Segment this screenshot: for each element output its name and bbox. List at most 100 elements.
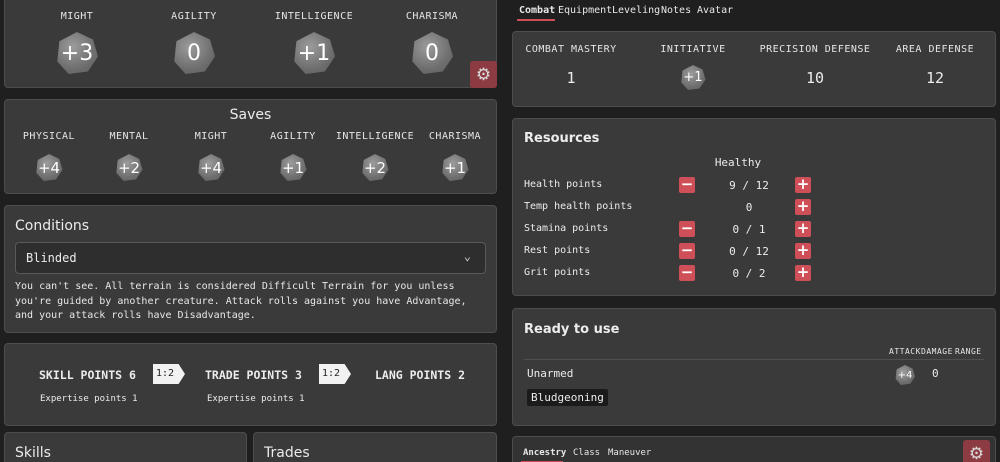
conditions-selected-value: Blinded [26, 251, 77, 265]
attribute-intelligence: INTELLIGENCE +1 [270, 11, 358, 74]
saves-title: Saves [229, 107, 272, 123]
tab-notes[interactable]: Notes [661, 5, 691, 16]
resource-value: 0 / 2 [732, 267, 766, 280]
save-label: MIGHT [194, 131, 228, 142]
decrement-rest-button[interactable]: − [679, 243, 695, 259]
save-charisma: CHARISMA +1 [415, 131, 495, 181]
increment-stamina-button[interactable]: + [795, 221, 811, 237]
tab-maneuver[interactable]: Maneuver [608, 448, 651, 458]
stat-label: AREA DEFENSE [895, 44, 975, 55]
resource-row-temp-health: Temp health points 0 + [524, 199, 994, 217]
d20-icon[interactable]: +3 [57, 32, 98, 74]
resource-row-health: Health points − 9 / 12 + [524, 177, 994, 195]
increment-rest-button[interactable]: + [795, 243, 811, 259]
stat-combat-mastery: COMBAT MASTERY 1 [517, 44, 625, 87]
column-damage: DAMAGE [921, 347, 953, 356]
d20-icon[interactable]: +1 [442, 154, 469, 181]
tab-equipment[interactable]: Equipment [558, 5, 612, 16]
decrement-health-button[interactable]: − [679, 177, 695, 193]
save-physical: PHYSICAL +4 [9, 131, 89, 181]
saves-panel: Saves PHYSICAL +4 MENTAL +2 MIGHT +4 AGI… [4, 99, 497, 194]
lang-points-label: LANG POINTS 2 [375, 368, 466, 382]
convert-trade-to-lang-button[interactable]: 1:2 [319, 364, 351, 384]
save-label: AGILITY [270, 131, 316, 142]
tab-combat[interactable]: Combat [519, 5, 555, 16]
ready-header-divider [524, 359, 984, 360]
top-tab-bar: Combat Equipment Leveling Notes Avatar [512, 0, 1000, 22]
resources-title: Resources [524, 131, 600, 146]
resource-value: 0 / 1 [732, 223, 766, 236]
combat-stats-panel: COMBAT MASTERY 1 INITIATIVE +1 PRECISION… [512, 31, 996, 107]
features-settings-gear-icon[interactable]: ⚙ [963, 440, 990, 462]
d20-icon[interactable]: 0 [174, 32, 215, 74]
chevron-down-icon: ⌄ [463, 249, 471, 263]
d20-icon[interactable]: +2 [116, 154, 143, 181]
weapon-damage: 0 [932, 367, 939, 380]
stat-value: 12 [925, 69, 945, 87]
stat-label: INITIATIVE [660, 44, 726, 55]
health-status: Healthy [714, 156, 762, 169]
attribute-might: MIGHT +3 [33, 11, 121, 74]
tab-leveling[interactable]: Leveling [612, 5, 660, 16]
stat-label: COMBAT MASTERY [525, 44, 617, 55]
attributes-panel: MIGHT +3 AGILITY 0 INTELLIGENCE +1 CHARI… [4, 0, 497, 88]
trades-panel: Trades [253, 432, 497, 462]
save-label: CHARISMA [428, 131, 482, 142]
stat-initiative[interactable]: INITIATIVE +1 [639, 44, 747, 90]
attribute-agility: AGILITY 0 [150, 11, 238, 74]
d20-icon[interactable]: +1 [280, 154, 307, 181]
save-agility: AGILITY +1 [253, 131, 333, 181]
stat-value: 1 [566, 69, 576, 87]
resource-row-grit: Grit points − 0 / 2 + [524, 265, 994, 283]
increment-health-button[interactable]: + [795, 177, 811, 193]
tab-combat-underline [517, 19, 555, 21]
d20-icon[interactable]: +1 [681, 65, 706, 90]
column-range: RANGE [955, 347, 982, 356]
attributes-settings-gear-icon[interactable]: ⚙ [470, 61, 497, 88]
conditions-title: Conditions [15, 218, 90, 234]
save-mental: MENTAL +2 [89, 131, 169, 181]
resource-label: Stamina points [524, 223, 609, 234]
save-label: PHYSICAL [22, 131, 76, 142]
d20-icon[interactable]: 0 [412, 32, 453, 74]
resources-panel: Resources Healthy Health points − 9 / 12… [512, 118, 996, 296]
attribute-label: CHARISMA [405, 11, 459, 22]
skill-points-label: SKILL POINTS 6 [39, 368, 136, 382]
d20-icon[interactable]: +4 [36, 154, 63, 181]
increment-temp-health-button[interactable]: + [795, 199, 811, 215]
column-attack: ATTACK [889, 347, 921, 356]
save-label: INTELLIGENCE [335, 131, 415, 142]
save-might: MIGHT +4 [171, 131, 251, 181]
resource-value: 0 / 12 [729, 245, 769, 258]
skills-title: Skills [15, 445, 51, 461]
conditions-select[interactable]: Blinded ⌄ [15, 242, 486, 274]
attribute-charisma: CHARISMA 0 [388, 11, 476, 74]
stat-area-defense: AREA DEFENSE 12 [883, 44, 987, 87]
d20-icon[interactable]: +4 [198, 154, 225, 181]
conditions-panel: Conditions Blinded ⌄ You can't see. All … [4, 205, 497, 333]
trade-expertise-points: Expertise points 1 [207, 394, 305, 404]
bottom-tab-panel: Ancestry Class Maneuver ⚙ [512, 436, 996, 462]
increment-grit-button[interactable]: + [795, 265, 811, 281]
attribute-label: MIGHT [60, 11, 94, 22]
decrement-grit-button[interactable]: − [679, 265, 695, 281]
weapon-name: Unarmed [527, 367, 574, 380]
stat-precision-defense: PRECISION DEFENSE 10 [753, 44, 877, 87]
skill-expertise-points: Expertise points 1 [40, 394, 138, 404]
stat-value: 10 [805, 69, 825, 87]
attribute-label: INTELLIGENCE [274, 11, 354, 22]
d20-icon[interactable]: +4 [895, 365, 915, 385]
resource-label: Health points [524, 179, 603, 190]
convert-skill-to-trade-button[interactable]: 1:2 [153, 364, 185, 384]
damage-type-tag: Bludgeoning [527, 389, 608, 406]
d20-icon[interactable]: +2 [362, 154, 389, 181]
d20-icon[interactable]: +1 [294, 32, 335, 74]
decrement-stamina-button[interactable]: − [679, 221, 695, 237]
tab-ancestry[interactable]: Ancestry [523, 448, 566, 458]
resource-value: 9 / 12 [729, 179, 769, 192]
stat-label: PRECISION DEFENSE [759, 44, 871, 55]
tab-class[interactable]: Class [573, 448, 600, 458]
save-label: MENTAL [109, 131, 149, 142]
resource-row-stamina: Stamina points − 0 / 1 + [524, 221, 994, 239]
tab-avatar[interactable]: Avatar [697, 5, 733, 16]
